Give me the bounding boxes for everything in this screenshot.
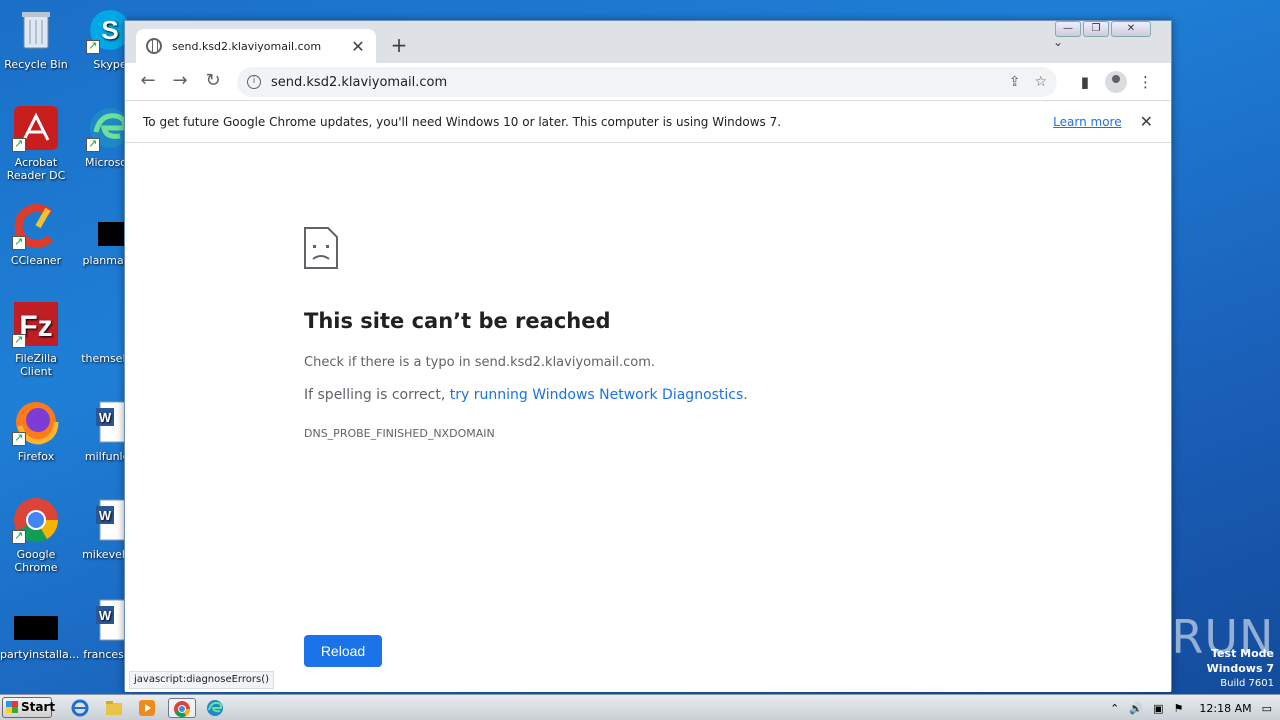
status-bubble: javascript:diagnoseErrors() <box>129 671 274 689</box>
system-tray: ⌃ 🔊 ▣ ⚑ 12:18 AM ▭ <box>1100 695 1280 720</box>
error-diagnostics: If spelling is correct, try running Wind… <box>304 387 748 403</box>
show-desktop-icon[interactable]: ▭ <box>1262 702 1272 715</box>
new-tab-button[interactable]: + <box>387 33 411 57</box>
reload-button[interactable]: Reload <box>304 635 382 667</box>
desktop-icon-firefox[interactable]: Firefox <box>0 398 72 463</box>
desktop-icon-google-chrome[interactable]: Google Chrome <box>0 496 72 574</box>
tray-expand-icon[interactable]: ⌃ <box>1110 702 1119 715</box>
edge-taskbar-icon[interactable] <box>205 698 225 718</box>
os-label: Windows 7 <box>1206 662 1274 675</box>
desktop-icon-label: Firefox <box>17 450 55 463</box>
sad-document-icon <box>304 227 338 269</box>
filezilla-icon: Fz <box>12 300 60 348</box>
diagnostics-link[interactable]: try running Windows Network Diagnostics <box>450 387 744 403</box>
svg-text:W: W <box>99 410 112 425</box>
update-infobar: To get future Google Chrome updates, you… <box>125 101 1171 143</box>
minimize-button[interactable]: — <box>1055 21 1081 37</box>
clock[interactable]: 12:18 AM <box>1199 702 1251 715</box>
media-player-taskbar-icon[interactable] <box>137 698 157 718</box>
maximize-button[interactable]: ❐ <box>1083 21 1109 37</box>
toolbar: ← → ↻ i send.ksd2.klaviyomail.com ⇪ ☆ ▮ … <box>125 63 1171 101</box>
error-title: This site can’t be reached <box>304 309 611 333</box>
taskbar: Start ⌃ 🔊 ▣ ⚑ 12:18 AM ▭ <box>0 694 1280 720</box>
desktop-icon-label: Recycle Bin <box>4 58 68 71</box>
ccleaner-icon <box>12 202 60 250</box>
infobar-close-button[interactable]: ✕ <box>1140 112 1153 131</box>
desktop-icon-label: Acrobat Reader DC <box>6 156 66 182</box>
share-icon[interactable]: ⇪ <box>1009 74 1021 90</box>
desktop-icon-acrobat[interactable]: Acrobat Reader DC <box>0 104 72 182</box>
profile-avatar[interactable] <box>1105 71 1127 93</box>
tab-active[interactable]: send.ksd2.klaviyomail.com ✕ <box>136 29 376 63</box>
ie-taskbar-icon[interactable] <box>70 698 90 718</box>
start-button[interactable]: Start <box>2 697 55 718</box>
close-window-button[interactable]: ✕ <box>1111 21 1151 37</box>
tab-title: send.ksd2.klaviyomail.com <box>172 39 322 53</box>
site-info-icon[interactable]: i <box>247 75 261 89</box>
svg-text:W: W <box>99 608 112 623</box>
tab-strip: send.ksd2.klaviyomail.com ✕ + ⌄ — ❐ ✕ <box>125 21 1171 63</box>
error-suggestion: Check if there is a typo in send.ksd2.kl… <box>304 355 655 370</box>
svg-text:S: S <box>101 15 118 45</box>
menu-kebab-icon[interactable]: ⋮ <box>1138 73 1153 91</box>
back-button[interactable]: ← <box>137 71 159 93</box>
file-icon <box>12 596 60 644</box>
svg-text:W: W <box>99 508 112 523</box>
desktop-icon-filezilla[interactable]: Fz FileZilla Client <box>0 300 72 378</box>
desktop-icon-label: FileZilla Client <box>15 352 57 378</box>
tab-close-button[interactable]: ✕ <box>350 37 366 56</box>
volume-icon[interactable]: 🔊 <box>1129 702 1143 715</box>
address-bar[interactable]: i send.ksd2.klaviyomail.com ⇪ ☆ <box>237 67 1057 97</box>
network-icon[interactable]: ▣ <box>1153 702 1163 715</box>
address-text[interactable]: send.ksd2.klaviyomail.com <box>271 75 995 90</box>
reload-toolbar-button[interactable]: ↻ <box>202 71 224 93</box>
recycle-bin-icon <box>12 6 60 54</box>
error-code: DNS_PROBE_FINISHED_NXDOMAIN <box>304 427 495 440</box>
firefox-icon <box>12 398 60 446</box>
test-mode-label: Test Mode <box>1211 647 1274 660</box>
chrome-icon <box>12 496 60 544</box>
side-panel-icon[interactable]: ▮ <box>1081 73 1089 91</box>
flag-icon[interactable]: ⚑ <box>1174 702 1184 715</box>
desktop-icon-label: partyinstalla... <box>0 648 80 661</box>
window-controls: — ❐ ✕ <box>1053 21 1151 39</box>
desktop-icon-ccleaner[interactable]: CCleaner <box>0 202 72 267</box>
learn-more-link[interactable]: Learn more <box>1053 115 1121 129</box>
globe-icon <box>146 38 162 54</box>
desktop-icon-recycle-bin[interactable]: Recycle Bin <box>0 6 72 71</box>
test-mode-notice: Test Mode Windows 7 Build 7601 <box>1207 646 1274 691</box>
acrobat-icon <box>12 104 60 152</box>
desktop-icon-partyinstalla[interactable]: partyinstalla... <box>0 596 80 661</box>
desktop-icon-label: CCleaner <box>10 254 62 267</box>
build-label: Build 7601 <box>1220 678 1274 689</box>
chrome-taskbar-icon[interactable] <box>168 698 196 718</box>
error-page: This site can’t be reached Check if ther… <box>125 143 1171 692</box>
browser-window: send.ksd2.klaviyomail.com ✕ + ⌄ — ❐ ✕ ← … <box>124 20 1172 692</box>
desktop-icon-label: Google Chrome <box>14 548 58 574</box>
infobar-message: To get future Google Chrome updates, you… <box>143 114 782 129</box>
diagnostics-suffix: . <box>743 387 748 403</box>
explorer-taskbar-icon[interactable] <box>104 698 124 718</box>
diagnostics-prefix: If spelling is correct, <box>304 387 450 403</box>
bookmark-star-icon[interactable]: ☆ <box>1034 74 1047 90</box>
forward-button[interactable]: → <box>169 71 191 93</box>
